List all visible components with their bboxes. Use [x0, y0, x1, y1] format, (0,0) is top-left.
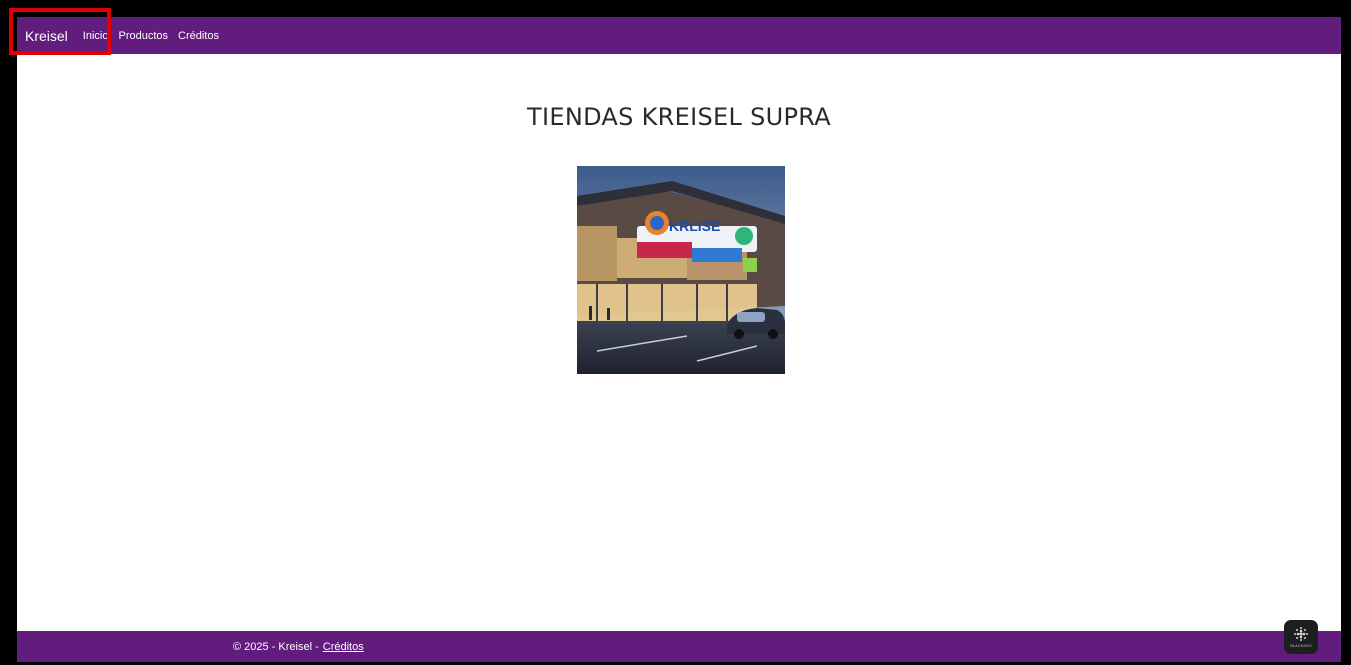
- browser-viewport: Kreisel Inicio Productos Créditos TIENDA…: [17, 17, 1341, 662]
- grid-dots-icon: [1294, 627, 1308, 641]
- widget-label: BLACKBOX: [1290, 643, 1312, 648]
- store-illustration: KRLISE: [577, 166, 785, 374]
- nav-link-creditos[interactable]: Créditos: [178, 30, 219, 42]
- blackbox-widget[interactable]: BLACKBOX: [1284, 620, 1318, 654]
- navbar: Kreisel Inicio Productos Créditos: [17, 17, 1341, 54]
- footer-link-creditos[interactable]: Créditos: [323, 641, 364, 653]
- footer-copyright: © 2025 - Kreisel -: [233, 640, 319, 653]
- store-image: KRLISE: [577, 166, 785, 374]
- highlight-box: [9, 8, 111, 55]
- nav-link-productos[interactable]: Productos: [118, 30, 168, 42]
- store-sign-text: KRLISE: [669, 218, 720, 234]
- footer: © 2025 - Kreisel - Créditos: [17, 631, 1341, 662]
- page-title: TIENDAS KREISEL SUPRA: [527, 103, 831, 131]
